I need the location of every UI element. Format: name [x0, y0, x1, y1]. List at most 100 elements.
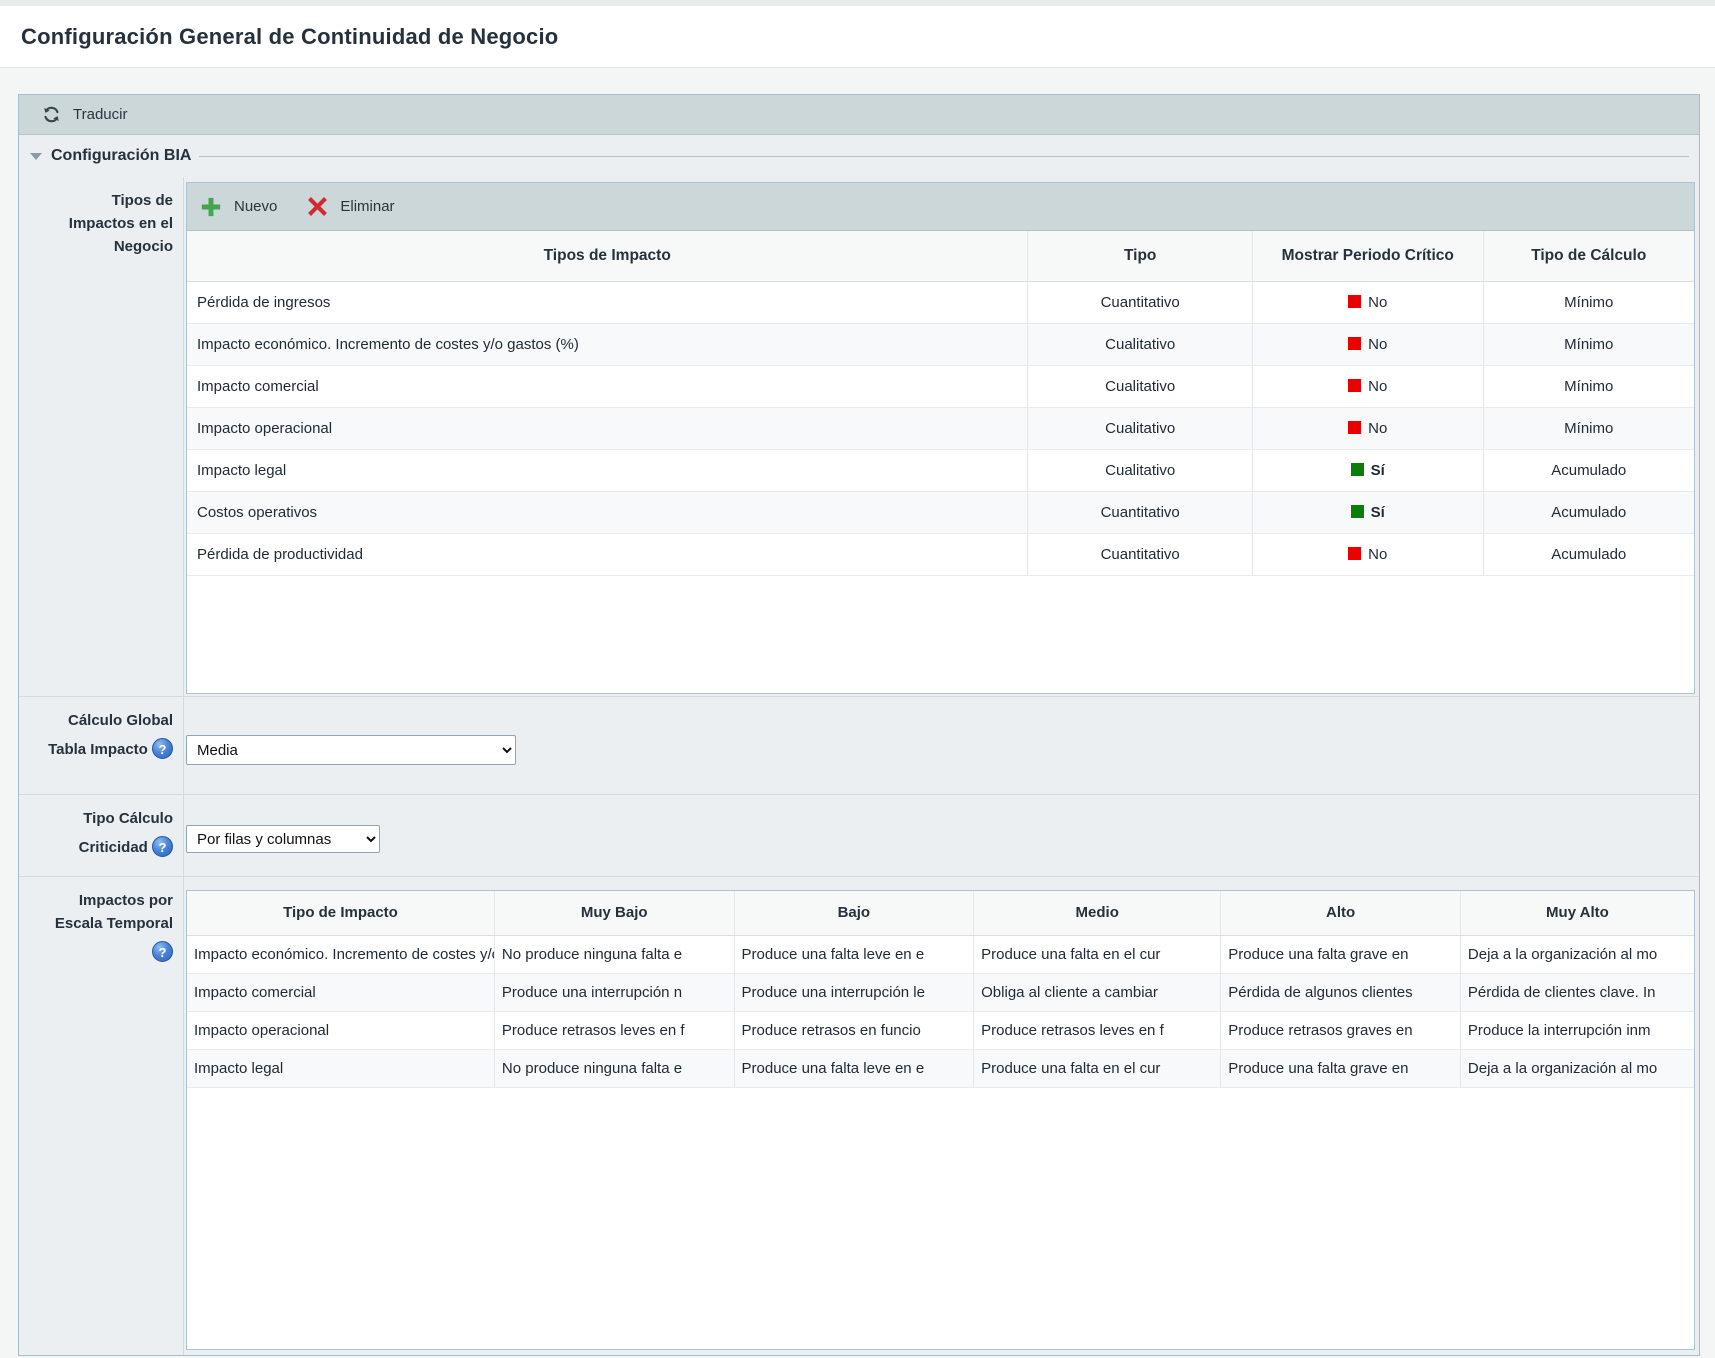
- impact-calculo-cell: Mínimo: [1483, 365, 1694, 407]
- new-button-label: Nuevo: [234, 198, 277, 215]
- temporal-impacts-label: Impactos por Escala Temporal: [55, 892, 173, 932]
- impact-tipo-cell: Cualitativo: [1028, 323, 1253, 365]
- form-row-criticality-calc: Tipo Cálculo Criticidad ? Por filas y co…: [19, 795, 1699, 877]
- delete-button[interactable]: Eliminar: [307, 196, 394, 217]
- impact-calculo-cell: Mínimo: [1483, 407, 1694, 449]
- status-square-icon: [1348, 295, 1361, 308]
- impact-types-label: Tipos de Impactos en el Negocio: [19, 177, 184, 696]
- impact-tipo-cell: Cuantitativo: [1028, 491, 1253, 533]
- critical-period-cell: Sí: [1252, 449, 1483, 491]
- impact-tipo-cell: Cuantitativo: [1028, 533, 1253, 575]
- col-header-medio: Medio: [974, 891, 1221, 935]
- status-square-icon: [1348, 379, 1361, 392]
- help-icon[interactable]: ?: [152, 738, 173, 759]
- criticality-calc-select[interactable]: Por filas y columnas: [186, 825, 380, 853]
- collapse-triangle-icon[interactable]: [30, 153, 42, 160]
- impact-tipo-cell: Cualitativo: [1028, 449, 1253, 491]
- temporal-muy-bajo-cell: Produce una interrupción n: [494, 973, 734, 1011]
- impact-name-cell: Impacto operacional: [187, 407, 1028, 449]
- impact-tipo-cell: Cuantitativo: [1028, 281, 1253, 323]
- status-square-icon: [1351, 463, 1364, 476]
- table-row[interactable]: Costos operativos Cuantitativo Sí Acumul…: [187, 491, 1694, 533]
- critical-flag: No: [1368, 294, 1387, 311]
- col-header-bajo: Bajo: [734, 891, 974, 935]
- critical-flag: No: [1368, 546, 1387, 563]
- section-title: Configuración BIA: [51, 147, 191, 165]
- col-header-alto: Alto: [1221, 891, 1461, 935]
- temporal-medio-cell: Produce una falta en el cur: [974, 935, 1221, 973]
- temporal-tipo-cell: Impacto económico. Incremento de costes …: [187, 935, 494, 973]
- col-header-tipo-de-calculo: Tipo de Cálculo: [1483, 231, 1694, 281]
- critical-period-cell: No: [1252, 365, 1483, 407]
- main-toolbar: Traducir: [19, 95, 1699, 135]
- table-row[interactable]: Impacto legal Cualitativo Sí Acumulado: [187, 449, 1694, 491]
- help-icon[interactable]: ?: [152, 836, 173, 857]
- critical-flag: Sí: [1371, 504, 1385, 521]
- table-row[interactable]: Pérdida de productividad Cuantitativo No…: [187, 533, 1694, 575]
- temporal-muy-bajo-cell: Produce retrasos leves en f: [494, 1011, 734, 1049]
- critical-flag: No: [1368, 378, 1387, 395]
- impact-types-table: Tipos de Impacto Tipo Mostrar Periodo Cr…: [187, 231, 1694, 576]
- temporal-bajo-cell: Produce una falta leve en e: [734, 1049, 974, 1087]
- temporal-bajo-cell: Produce retrasos en funcio: [734, 1011, 974, 1049]
- new-button[interactable]: Nuevo: [200, 196, 277, 218]
- delete-button-label: Eliminar: [340, 198, 394, 215]
- temporal-impacts-table-area: Tipo de Impacto Muy Bajo Bajo Medio Alto…: [187, 891, 1694, 1349]
- impact-name-cell: Impacto económico. Incremento de costes …: [187, 323, 1028, 365]
- table-row[interactable]: Pérdida de ingresos Cuantitativo No Míni…: [187, 281, 1694, 323]
- table-row[interactable]: Impacto comercial Produce una interrupci…: [187, 973, 1694, 1011]
- temporal-alto-cell: Pérdida de algunos clientes: [1221, 973, 1461, 1011]
- form-row-temporal-impacts: Impactos por Escala Temporal ? Tipo de I…: [19, 877, 1699, 1355]
- table-row[interactable]: Impacto legal No produce ninguna falta e…: [187, 1049, 1694, 1087]
- table-row[interactable]: Impacto operacional Cualitativo No Mínim…: [187, 407, 1694, 449]
- status-square-icon: [1348, 421, 1361, 434]
- translate-label: Traducir: [73, 106, 127, 123]
- impact-calculo-cell: Acumulado: [1483, 449, 1694, 491]
- critical-flag: No: [1368, 420, 1387, 437]
- temporal-bajo-cell: Produce una falta leve en e: [734, 935, 974, 973]
- page-title: Configuración General de Continuidad de …: [21, 24, 558, 50]
- impact-name-cell: Pérdida de productividad: [187, 533, 1028, 575]
- table-row[interactable]: Impacto operacional Produce retrasos lev…: [187, 1011, 1694, 1049]
- temporal-muy-alto-cell: Deja a la organización al mo: [1460, 1049, 1694, 1087]
- col-header-tipos-de-impacto: Tipos de Impacto: [187, 231, 1028, 281]
- impact-name-cell: Costos operativos: [187, 491, 1028, 533]
- temporal-medio-cell: Produce una falta en el cur: [974, 1049, 1221, 1087]
- col-header-mostrar-periodo-critico: Mostrar Periodo Crítico: [1252, 231, 1483, 281]
- col-header-tipo: Tipo: [1028, 231, 1253, 281]
- form-row-global-calc: Cálculo Global Tabla Impacto ? Media: [19, 697, 1699, 795]
- impact-name-cell: Impacto comercial: [187, 365, 1028, 407]
- temporal-impacts-table: Tipo de Impacto Muy Bajo Bajo Medio Alto…: [187, 891, 1694, 1088]
- impact-types-grid-toolbar: Nuevo Eliminar: [187, 183, 1694, 231]
- help-icon[interactable]: ?: [152, 941, 173, 962]
- translate-refresh-icon: [41, 104, 62, 125]
- temporal-tipo-cell: Impacto legal: [187, 1049, 494, 1087]
- table-row[interactable]: Impacto económico. Incremento de costes …: [187, 323, 1694, 365]
- temporal-impacts-content: Tipo de Impacto Muy Bajo Bajo Medio Alto…: [184, 877, 1699, 1355]
- col-header-muy-alto: Muy Alto: [1460, 891, 1694, 935]
- global-calc-select[interactable]: Media: [186, 735, 516, 765]
- critical-period-cell: Sí: [1252, 491, 1483, 533]
- plus-icon: [200, 196, 222, 218]
- table-row[interactable]: Impacto comercial Cualitativo No Mínimo: [187, 365, 1694, 407]
- section-divider: [199, 156, 1689, 157]
- status-square-icon: [1351, 505, 1364, 518]
- translate-button[interactable]: Traducir: [41, 104, 127, 125]
- status-square-icon: [1348, 547, 1361, 560]
- table-row[interactable]: Impacto económico. Incremento de costes …: [187, 935, 1694, 973]
- impact-name-cell: Impacto legal: [187, 449, 1028, 491]
- criticality-calc-content: Por filas y columnas: [184, 795, 1699, 876]
- col-header-muy-bajo: Muy Bajo: [494, 891, 734, 935]
- temporal-alto-cell: Produce retrasos graves en: [1221, 1011, 1461, 1049]
- impact-calculo-cell: Mínimo: [1483, 281, 1694, 323]
- impact-calculo-cell: Acumulado: [1483, 533, 1694, 575]
- impact-types-table-area: Tipos de Impacto Tipo Mostrar Periodo Cr…: [187, 231, 1694, 693]
- temporal-muy-bajo-cell: No produce ninguna falta e: [494, 1049, 734, 1087]
- temporal-tipo-cell: Impacto comercial: [187, 973, 494, 1011]
- critical-period-cell: No: [1252, 281, 1483, 323]
- temporal-alto-cell: Produce una falta grave en: [1221, 935, 1461, 973]
- impact-calculo-cell: Mínimo: [1483, 323, 1694, 365]
- global-calc-label-cell: Cálculo Global Tabla Impacto ?: [19, 697, 184, 794]
- bia-form: Tipos de Impactos en el Negocio Nuevo: [19, 177, 1699, 1355]
- temporal-muy-alto-cell: Produce la interrupción inm: [1460, 1011, 1694, 1049]
